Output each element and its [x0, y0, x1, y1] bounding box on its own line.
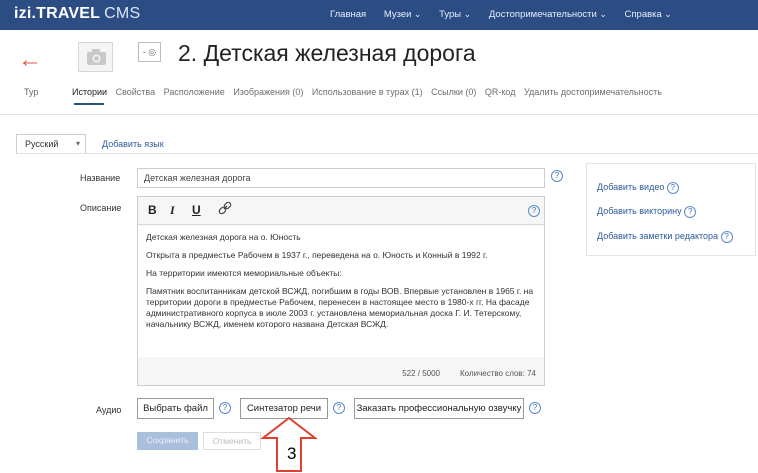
voiceover-help-icon[interactable]: ? [529, 402, 541, 414]
camera-icon[interactable] [78, 42, 113, 72]
tab-qr-code[interactable]: QR-код [485, 87, 516, 97]
description-paragraph: Памятник воспитанникам детской ВСЖД, пог… [146, 286, 534, 329]
type-label: Тур [24, 87, 39, 97]
active-tab-indicator [74, 103, 104, 105]
tab-images[interactable]: Изображения (0) [233, 87, 303, 97]
logo-text: izi.TRAVEL [14, 5, 101, 22]
audio-label: Аудио [96, 405, 122, 415]
logo-cms: CMS [104, 5, 141, 22]
tab-delete-sight[interactable]: Удалить достопримечательность [524, 87, 662, 97]
name-label: Название [80, 173, 121, 183]
main-nav: Главная Музеи Туры Достопримечательности… [330, 9, 687, 20]
add-quiz-help-icon[interactable]: ? [684, 206, 697, 218]
add-video-label: Добавить видео [597, 182, 665, 192]
description-editor: B I U ? Детская железная дорога на о. Юн… [137, 196, 545, 386]
description-paragraph: На территории имеются мемориальные объек… [146, 268, 342, 278]
add-editor-notes-help-icon[interactable]: ? [720, 231, 733, 243]
choose-file-help-icon[interactable]: ? [219, 402, 231, 414]
tab-bar: Истории Свойства Расположение Изображени… [72, 87, 668, 97]
name-help-icon[interactable]: ? [551, 170, 563, 182]
italic-button[interactable]: I [170, 203, 175, 218]
editor-toolbar: B I U ? [138, 197, 544, 225]
back-arrow-icon[interactable]: ← [18, 48, 42, 72]
header-divider [0, 114, 758, 115]
panel-divider [16, 153, 758, 154]
char-count: 522 / 5000 [402, 369, 440, 378]
nav-sights[interactable]: Достопримечательности [489, 9, 607, 20]
language-select[interactable]: Русский [16, 134, 86, 154]
nav-home[interactable]: Главная [330, 9, 366, 20]
add-quiz-link[interactable]: Добавить викторину ? [597, 206, 697, 218]
bold-button[interactable]: B [148, 203, 157, 217]
add-quiz-label: Добавить викторину [597, 206, 682, 216]
link-icon[interactable] [218, 201, 232, 218]
cancel-button[interactable]: Отменить [203, 432, 261, 450]
tab-links[interactable]: Ссылки (0) [431, 87, 476, 97]
nav-help[interactable]: Справка [625, 9, 672, 20]
tab-usage-in-tours[interactable]: Использование в турах (1) [312, 87, 423, 97]
save-button[interactable]: Сохранить [137, 432, 198, 450]
order-voiceover-button[interactable]: Заказать профессиональную озвучку [354, 398, 524, 419]
editor-footer: 522 / 5000 Количество слов: 74 [138, 357, 544, 385]
nav-museums[interactable]: Музеи [384, 9, 422, 20]
add-video-help-icon[interactable]: ? [666, 182, 679, 194]
editor-help-icon[interactable]: ? [528, 205, 540, 217]
language-toggle[interactable]: - ◎ [138, 42, 161, 62]
add-video-link[interactable]: Добавить видео ? [597, 182, 679, 194]
add-editor-notes-label: Добавить заметки редактора [597, 231, 719, 241]
description-paragraph: Детская железная дорога на о. Юность [146, 232, 301, 242]
tab-stories[interactable]: Истории [72, 87, 107, 97]
choose-file-button[interactable]: Выбрать файл [137, 398, 214, 419]
annotation-number: 3 [287, 444, 297, 463]
nav-tours[interactable]: Туры [439, 9, 471, 20]
description-textarea[interactable]: Детская железная дорога на о. Юность Отк… [138, 226, 544, 357]
description-paragraph: Открыта в предместье Рабочем в 1937 г., … [146, 250, 488, 260]
speech-synth-help-icon[interactable]: ? [333, 402, 345, 414]
name-input[interactable]: Детская железная дорога [137, 168, 545, 188]
description-label: Описание [80, 203, 122, 213]
underline-button[interactable]: U [192, 203, 201, 217]
top-navbar: izi.TRAVELCMS Главная Музеи Туры Достопр… [0, 0, 758, 30]
page-title: 2. Детская железная дорога [178, 40, 476, 66]
tab-properties[interactable]: Свойства [116, 87, 156, 97]
word-count: Количество слов: 74 [460, 369, 536, 378]
add-language-link[interactable]: Добавить язык [102, 139, 164, 149]
logo[interactable]: izi.TRAVEL CMS [14, 5, 140, 23]
tab-location[interactable]: Расположение [164, 87, 225, 97]
add-editor-notes-link[interactable]: Добавить заметки редактора ? [597, 231, 733, 243]
